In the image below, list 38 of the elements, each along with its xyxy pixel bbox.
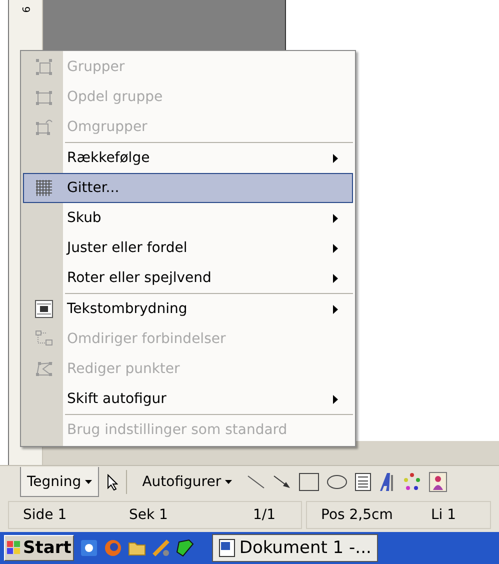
- ungroup-icon: [35, 88, 53, 106]
- drawing-menu-button[interactable]: Tegning: [20, 467, 100, 497]
- status-text: Sek 1: [129, 507, 169, 523]
- autoshapes-button[interactable]: Autofigurer: [135, 467, 240, 497]
- edit-points-icon: [35, 361, 53, 377]
- windows-logo-icon: [7, 541, 21, 555]
- group-icon: [35, 58, 53, 76]
- caret-icon: [225, 480, 232, 484]
- document-icon: [219, 539, 236, 557]
- grid-icon: [36, 180, 52, 196]
- line-icon[interactable]: [247, 475, 266, 489]
- status-text: Pos 2,5cm: [321, 507, 394, 523]
- caret-icon: [85, 480, 92, 484]
- text-wrap-icon: [35, 300, 53, 318]
- menu-item[interactable]: Gitter...: [23, 173, 353, 203]
- oval-icon[interactable]: [327, 475, 348, 489]
- folder-icon[interactable]: [128, 540, 146, 556]
- menu-item[interactable]: Roter eller spejlvend: [23, 263, 353, 293]
- regroup-icon: [35, 118, 53, 136]
- menu-item[interactable]: Skift autofigur: [23, 384, 353, 414]
- menu-item[interactable]: Skub: [23, 203, 353, 233]
- pointer-icon[interactable]: [107, 474, 118, 490]
- task-button[interactable]: Dokument 1 -...: [212, 534, 378, 562]
- arrow-icon[interactable]: [273, 475, 292, 489]
- status-text: Li 1: [431, 507, 458, 523]
- diagram-icon[interactable]: [403, 473, 422, 491]
- text-box-icon[interactable]: [355, 473, 372, 491]
- clip-art-icon[interactable]: [429, 472, 448, 492]
- menu-item[interactable]: Juster eller fordel: [23, 233, 353, 263]
- ruler-number: 9: [20, 6, 31, 13]
- status-text: Side 1: [23, 507, 68, 523]
- start-button[interactable]: Start: [4, 535, 74, 561]
- rectangle-icon[interactable]: [299, 473, 320, 491]
- status-text: 1/1: [253, 507, 277, 523]
- menu-item[interactable]: Tekstombrydning: [23, 294, 353, 324]
- menu-item[interactable]: Rækkefølge: [23, 143, 353, 173]
- connector-icon: [35, 330, 53, 348]
- wordart-icon[interactable]: [379, 472, 396, 492]
